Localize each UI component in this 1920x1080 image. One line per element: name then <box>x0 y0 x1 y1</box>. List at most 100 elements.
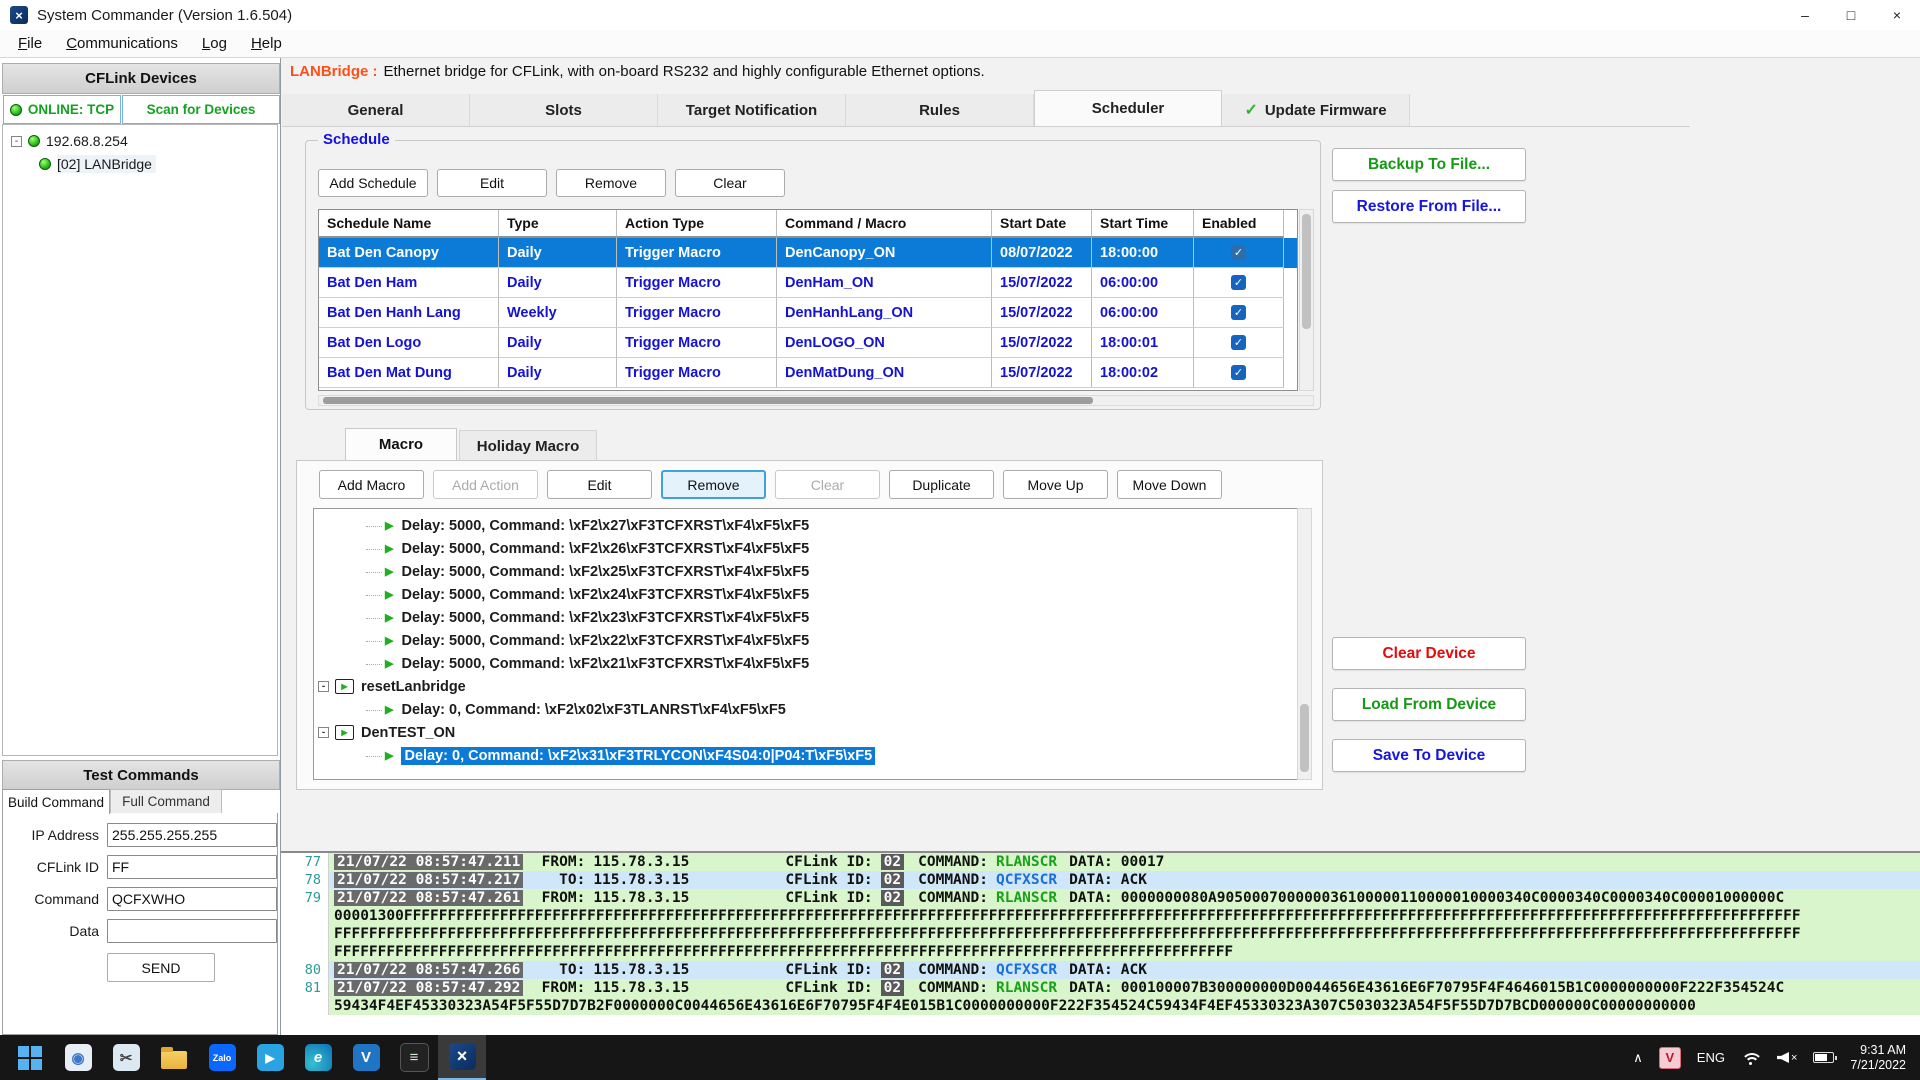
duplicate-button[interactable]: Duplicate <box>889 470 994 499</box>
online-status-button[interactable]: ONLINE: TCP <box>3 95 121 124</box>
enabled-checkbox[interactable]: ✓ <box>1231 305 1246 320</box>
macro-list-vscrollbar[interactable] <box>1297 508 1312 780</box>
macro-action-item[interactable]: ▶Delay: 0, Command: \xF2\x31\xF3TRLYCON\… <box>366 744 1310 767</box>
desktop: × System Commander (Version 1.6.504) – □… <box>0 0 1920 1080</box>
edit-button[interactable]: Edit <box>547 470 652 499</box>
scrollbar-thumb[interactable] <box>1300 704 1309 772</box>
macro-item[interactable]: -▶DenTEST_ON <box>318 721 1310 744</box>
edit-button[interactable]: Edit <box>437 169 547 197</box>
menu-help[interactable]: Help <box>239 31 294 56</box>
table-row[interactable]: Bat Den HamDailyTrigger MacroDenHam_ON15… <box>319 268 1297 298</box>
enabled-checkbox[interactable]: ✓ <box>1231 245 1246 260</box>
table-header-row: Schedule NameTypeAction TypeCommand / Ma… <box>319 210 1297 238</box>
macro-action-item[interactable]: ▶Delay: 5000, Command: \xF2\x22\xF3TCFXR… <box>366 629 1310 652</box>
taskbar-file-explorer-icon[interactable] <box>150 1035 198 1080</box>
menu-communications[interactable]: Communications <box>54 31 190 56</box>
macro-action-item[interactable]: ▶Delay: 5000, Command: \xF2\x23\xF3TCFXR… <box>366 606 1310 629</box>
table-row[interactable]: Bat Den LogoDailyTrigger MacroDenLOGO_ON… <box>319 328 1297 358</box>
clear-device-button[interactable]: Clear Device <box>1332 637 1526 670</box>
tab-holiday-macro[interactable]: Holiday Macro <box>459 430 597 462</box>
collapse-icon[interactable]: - <box>318 681 329 692</box>
log-row[interactable]: 7821/07/22 08:57:47.217TO:115.78.3.15CFL… <box>281 871 1920 889</box>
table-row[interactable]: Bat Den Mat DungDailyTrigger MacroDenMat… <box>319 358 1297 388</box>
save-to-device-button[interactable]: Save To Device <box>1332 739 1526 772</box>
add-macro-button[interactable]: Add Macro <box>319 470 424 499</box>
macro-action-item[interactable]: ▶Delay: 5000, Command: \xF2\x24\xF3TCFXR… <box>366 583 1310 606</box>
backup-to-file-button[interactable]: Backup To File... <box>1332 148 1526 181</box>
macro-item[interactable]: -▶resetLanbridge <box>318 675 1310 698</box>
device-tree-child[interactable]: [02] LANBridge <box>39 155 156 173</box>
scrollbar-thumb[interactable] <box>323 397 1093 404</box>
send-button[interactable]: SEND <box>107 953 215 982</box>
menu-file[interactable]: File <box>6 31 54 56</box>
remove-button[interactable]: Remove <box>556 169 666 197</box>
scrollbar-thumb[interactable] <box>1302 214 1311 329</box>
taskbar-browser-icon[interactable]: ◉ <box>54 1035 102 1080</box>
tab-full-command[interactable]: Full Command <box>110 789 222 814</box>
log-row[interactable]: 8021/07/22 08:57:47.266TO:115.78.3.15CFL… <box>281 961 1920 979</box>
log-row[interactable]: 7921/07/22 08:57:47.261FROM:115.78.3.15C… <box>281 889 1920 907</box>
data-input[interactable] <box>107 919 277 943</box>
tab-macro[interactable]: Macro <box>345 428 457 460</box>
close-button[interactable]: × <box>1874 0 1920 30</box>
taskbar-vscode-icon[interactable]: V <box>342 1035 390 1080</box>
tab-build-command[interactable]: Build Command <box>2 789 110 814</box>
tray-chevron-up-icon[interactable]: ∧ <box>1633 1050 1643 1066</box>
taskbar-console-app-icon[interactable]: ≡ <box>390 1035 438 1080</box>
macro-action-item[interactable]: ▶Delay: 5000, Command: \xF2\x25\xF3TCFXR… <box>366 560 1310 583</box>
move-down-button[interactable]: Move Down <box>1117 470 1222 499</box>
taskbar-edge-icon[interactable]: e <box>294 1035 342 1080</box>
device-tree-root[interactable]: - 192.68.8.254 <box>11 133 128 149</box>
collapse-icon[interactable]: - <box>11 136 22 147</box>
scan-for-devices-button[interactable]: Scan for Devices <box>122 95 280 124</box>
battery-icon[interactable] <box>1813 1052 1834 1063</box>
table-row[interactable]: Bat Den Hanh LangWeeklyTrigger MacroDenH… <box>319 298 1297 328</box>
maximize-button[interactable]: □ <box>1828 0 1874 30</box>
table-row[interactable]: Bat Den CanopyDailyTrigger MacroDenCanop… <box>319 238 1297 268</box>
taskbar-start-icon[interactable] <box>6 1035 54 1080</box>
wifi-icon[interactable] <box>1741 1050 1761 1065</box>
enabled-checkbox[interactable]: ✓ <box>1231 335 1246 350</box>
menu-log[interactable]: Log <box>190 31 239 56</box>
schedule-table-hscrollbar[interactable] <box>318 395 1314 406</box>
tab-slots[interactable]: Slots <box>470 94 658 126</box>
tab-target-notification[interactable]: Target Notification <box>658 94 846 126</box>
tree-connector <box>366 525 382 527</box>
log-row[interactable]: 7721/07/22 08:57:47.211FROM:115.78.3.15C… <box>281 853 1920 871</box>
clock[interactable]: 9:31 AM 7/21/2022 <box>1850 1043 1906 1073</box>
macro-action-item[interactable]: ▶Delay: 5000, Command: \xF2\x26\xF3TCFXR… <box>366 537 1310 560</box>
taskbar-telegram-icon[interactable]: ▶ <box>246 1035 294 1080</box>
log-line-content: 21/07/22 08:57:47.292FROM:115.78.3.15CFL… <box>329 979 1920 997</box>
move-up-button[interactable]: Move Up <box>1003 470 1108 499</box>
clear-button[interactable]: Clear <box>675 169 785 197</box>
taskbar-zalo-icon[interactable]: Zalo <box>198 1035 246 1080</box>
command-input[interactable] <box>107 887 277 911</box>
cflink-id-input[interactable] <box>107 855 277 879</box>
minimize-button[interactable]: – <box>1782 0 1828 30</box>
log-ip: 115.78.3.15 <box>593 890 689 906</box>
unikey-tray-icon[interactable]: V <box>1659 1047 1681 1069</box>
ip-address-input[interactable] <box>107 823 277 847</box>
macro-action-item[interactable]: ▶Delay: 5000, Command: \xF2\x27\xF3TCFXR… <box>366 514 1310 537</box>
macro-action-item[interactable]: ▶Delay: 5000, Command: \xF2\x21\xF3TCFXR… <box>366 652 1310 675</box>
enabled-checkbox[interactable]: ✓ <box>1231 365 1246 380</box>
load-from-device-button[interactable]: Load From Device <box>1332 688 1526 721</box>
remove-button[interactable]: Remove <box>661 470 766 499</box>
tab-update-firmware[interactable]: ✓Update Firmware <box>1222 94 1410 126</box>
tab-general[interactable]: General <box>282 94 470 126</box>
schedule-table-vscrollbar[interactable] <box>1299 209 1314 391</box>
tab-scheduler[interactable]: Scheduler <box>1034 90 1222 126</box>
volume-muted-icon[interactable]: × <box>1777 1052 1797 1064</box>
restore-from-file-button[interactable]: Restore From File... <box>1332 190 1526 223</box>
taskbar-system-commander-icon[interactable]: × <box>438 1035 486 1080</box>
collapse-icon[interactable]: - <box>318 727 329 738</box>
enabled-checkbox[interactable]: ✓ <box>1231 275 1246 290</box>
input-language-indicator[interactable]: ENG <box>1697 1050 1725 1065</box>
device-online-icon <box>39 158 51 170</box>
log-row[interactable]: 8121/07/22 08:57:47.292FROM:115.78.3.15C… <box>281 979 1920 997</box>
macro-icon: ▶ <box>335 679 354 694</box>
add-schedule-button[interactable]: Add Schedule <box>318 169 428 197</box>
taskbar-snipping-tool-icon[interactable]: ✂ <box>102 1035 150 1080</box>
macro-action-item[interactable]: ▶Delay: 0, Command: \xF2\x02\xF3TLANRST\… <box>366 698 1310 721</box>
tab-rules[interactable]: Rules <box>846 94 1034 126</box>
